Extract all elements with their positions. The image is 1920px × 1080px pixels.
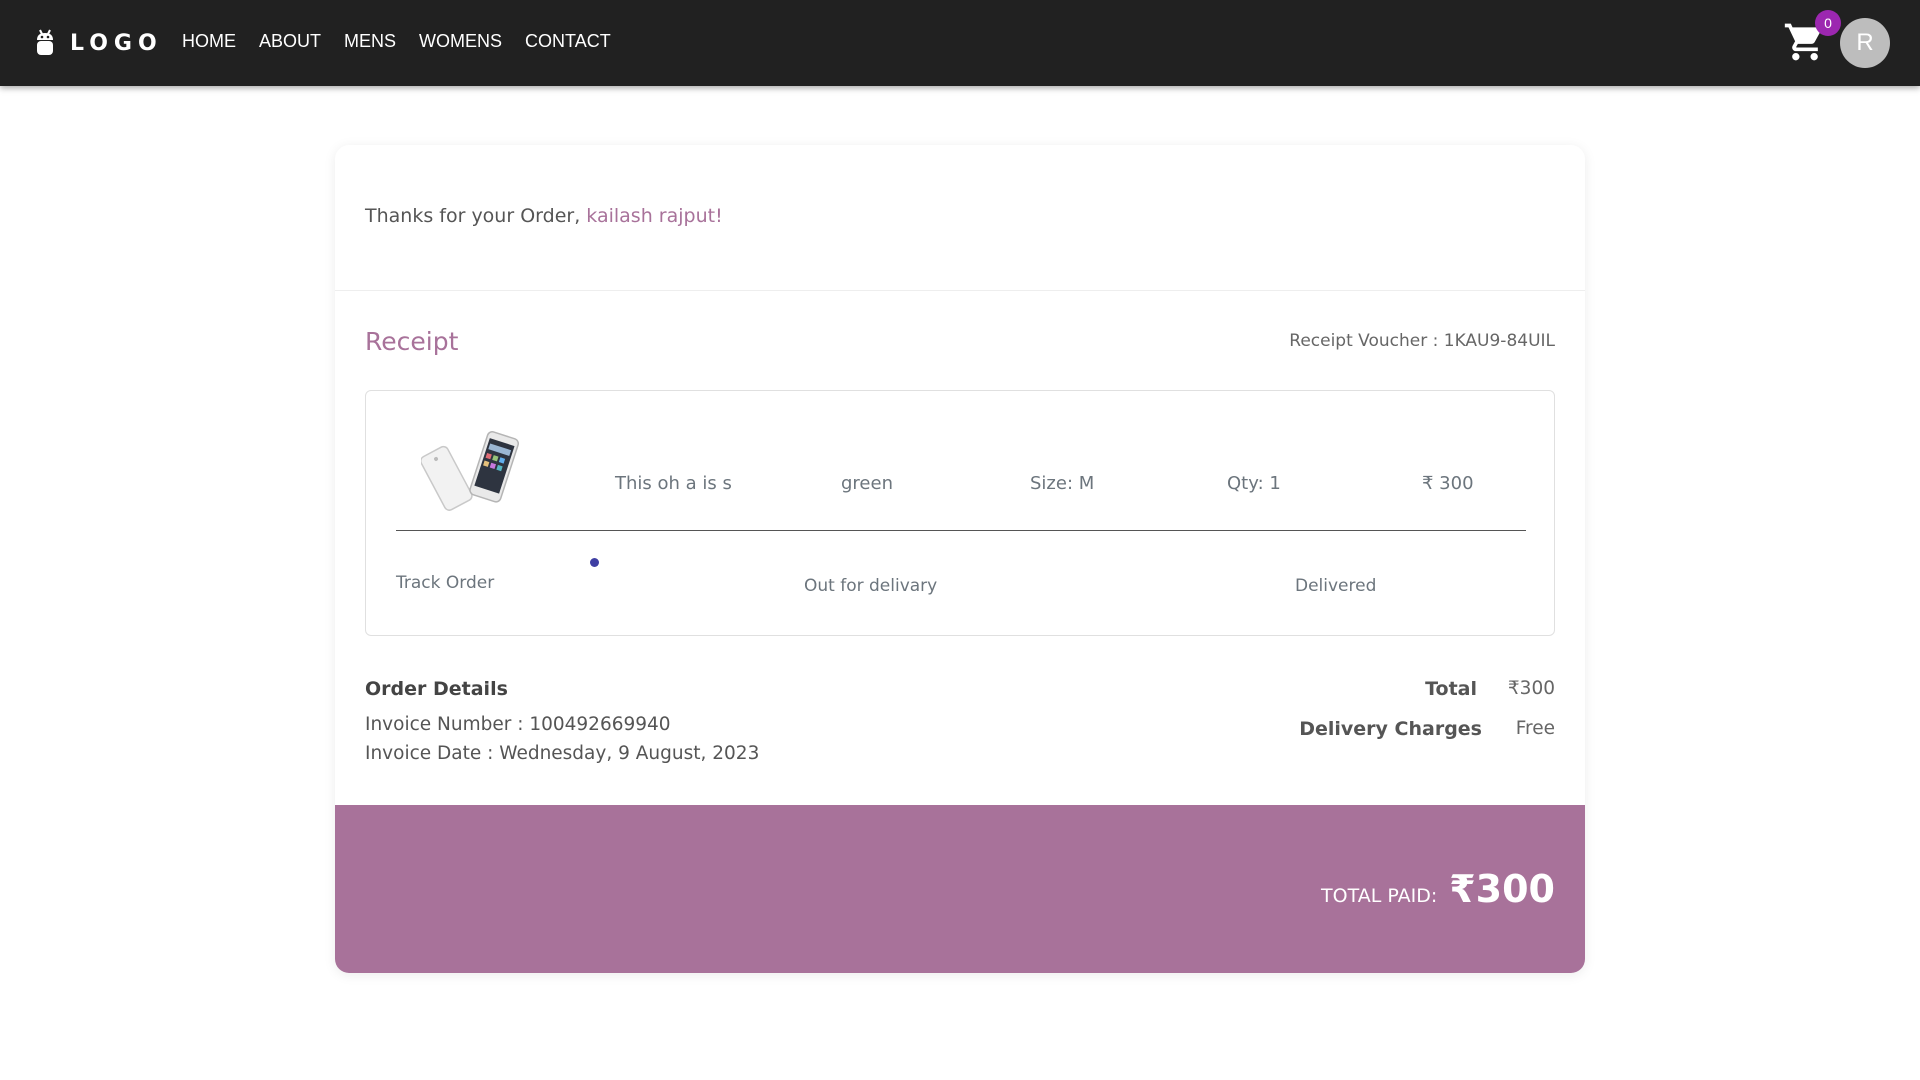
invoice-number: Invoice Number : 100492669940 (365, 714, 671, 735)
receipt-heading-row: Receipt Receipt Voucher : 1KAU9-84UIL (365, 327, 1555, 356)
tracking-progress-dot (590, 558, 599, 567)
item-qty: Qty: 1 (1227, 473, 1281, 494)
total-paid-banner: TOTAL PAID: ₹300 (335, 805, 1585, 973)
receipt-voucher: Receipt Voucher : 1KAU9-84UIL (1289, 331, 1555, 351)
total-paid-amount: ₹300 (1449, 867, 1555, 911)
total-label: Total (1425, 678, 1477, 700)
order-details: Order Details Invoice Number : 100492669… (365, 678, 759, 764)
thanks-punct: ! (715, 205, 723, 227)
track-step-out-for-delivery: Out for delivary (804, 576, 938, 596)
thanks-header: Thanks for your Order, kailash rajput! (335, 145, 1585, 291)
nav-home-link[interactable]: HOME (182, 31, 236, 52)
total-value: ₹300 (1507, 678, 1555, 699)
item-divider (396, 530, 1526, 531)
track-order-label[interactable]: Track Order (396, 573, 494, 593)
total-row: Total ₹300 (1155, 678, 1555, 718)
nav-womens-link[interactable]: WOMENS (419, 31, 502, 52)
android-icon (37, 29, 53, 55)
cart-button[interactable]: 0 (1783, 10, 1841, 66)
customer-name: kailash rajput (586, 205, 716, 227)
total-paid: TOTAL PAID: ₹300 (1321, 867, 1555, 911)
order-details-title: Order Details (365, 678, 508, 700)
receipt-title: Receipt (365, 327, 459, 356)
delivery-row: Delivery Charges Free (1155, 718, 1555, 758)
brand-logo[interactable]: LOGO (34, 28, 163, 58)
nav-links: HOME ABOUT MENS WOMENS CONTACT (182, 31, 634, 52)
product-image (421, 431, 520, 511)
brand-text: LOGO (70, 30, 163, 56)
invoice-date: Invoice Date : Wednesday, 9 August, 2023 (365, 743, 760, 764)
item-color: green (841, 473, 893, 494)
item-name: This oh a is s (615, 473, 732, 494)
total-paid-label: TOTAL PAID: (1321, 885, 1438, 907)
delivery-charges-label: Delivery Charges (1299, 718, 1482, 740)
item-size: Size: M (1030, 473, 1095, 494)
top-navbar: LOGO HOME ABOUT MENS WOMENS CONTACT 0 R (0, 0, 1920, 86)
nav-contact-link[interactable]: CONTACT (525, 31, 611, 52)
item-price: ₹ 300 (1422, 473, 1474, 494)
order-receipt-card: Thanks for your Order, kailash rajput! R… (335, 145, 1585, 973)
nav-mens-link[interactable]: MENS (344, 31, 396, 52)
cart-count-badge: 0 (1815, 10, 1841, 36)
delivery-charges-value: Free (1515, 718, 1555, 739)
track-step-delivered: Delivered (1295, 576, 1377, 596)
order-item-box: This oh a is s green Size: M Qty: 1 ₹ 30… (365, 390, 1555, 636)
order-totals: Total ₹300 Delivery Charges Free (1155, 678, 1555, 758)
nav-about-link[interactable]: ABOUT (259, 31, 321, 52)
thanks-text: Thanks for your Order, (365, 205, 581, 227)
user-avatar[interactable]: R (1840, 18, 1890, 68)
